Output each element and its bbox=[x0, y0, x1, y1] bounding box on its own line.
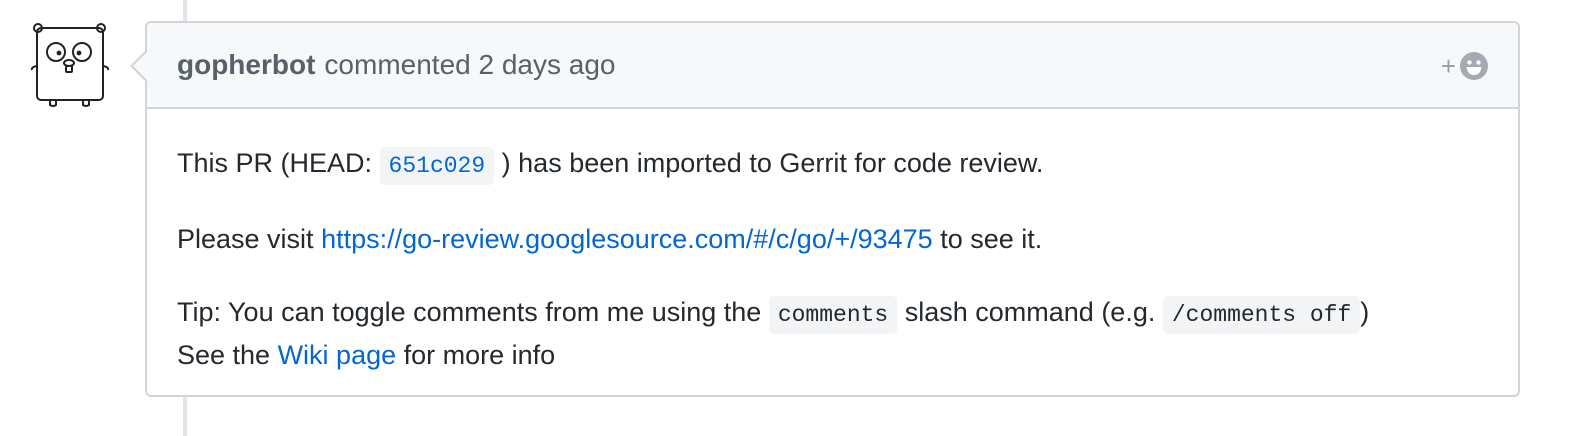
inline-code: comments bbox=[768, 296, 898, 334]
timeline-line bbox=[183, 0, 187, 22]
wiki-page-link[interactable]: Wiki page bbox=[278, 340, 397, 370]
body-paragraph: Please visit https://go-review.googlesou… bbox=[177, 219, 1488, 259]
text: slash command (e.g. bbox=[897, 297, 1163, 327]
comment-header: gopherbot commented 2 days ago + bbox=[130, 23, 1518, 109]
text: ) bbox=[1360, 297, 1370, 327]
text: for more info bbox=[396, 340, 556, 370]
avatar[interactable] bbox=[28, 22, 112, 108]
plus-label: + bbox=[1440, 51, 1456, 81]
text: See the bbox=[177, 340, 278, 370]
body-paragraph: This PR (HEAD: 651c029 ) has been import… bbox=[177, 143, 1488, 186]
comment-body: This PR (HEAD: 651c029 ) has been import… bbox=[147, 109, 1518, 375]
author-link[interactable]: gopherbot bbox=[177, 49, 315, 80]
text: This PR (HEAD: bbox=[177, 148, 380, 178]
add-reaction-button[interactable]: + bbox=[1441, 50, 1490, 82]
text: Please visit bbox=[177, 224, 322, 254]
text: Tip: You can toggle comments from me usi… bbox=[177, 297, 769, 327]
body-paragraph: Tip: You can toggle comments from me usi… bbox=[177, 292, 1488, 375]
gopher-avatar-icon bbox=[30, 23, 110, 107]
comment-action: commented bbox=[324, 49, 471, 80]
comment-pointer-fill bbox=[133, 52, 147, 80]
smiley-icon bbox=[1460, 52, 1488, 80]
inline-code: /comments off bbox=[1162, 296, 1361, 334]
timeline-line bbox=[183, 397, 187, 436]
text: to see it. bbox=[932, 224, 1043, 254]
commit-sha-link[interactable]: 651c029 bbox=[379, 147, 495, 185]
comment-meta: gopherbot commented 2 days ago bbox=[177, 49, 616, 81]
timeline-comment: gopherbot commented 2 days ago + This PR … bbox=[130, 21, 1520, 397]
gerrit-review-link[interactable]: https://go-review.googlesource.com/#/c/g… bbox=[321, 224, 933, 254]
comment-timestamp-link[interactable]: 2 days ago bbox=[479, 49, 616, 80]
text: ) has been imported to Gerrit for code r… bbox=[501, 148, 1044, 178]
